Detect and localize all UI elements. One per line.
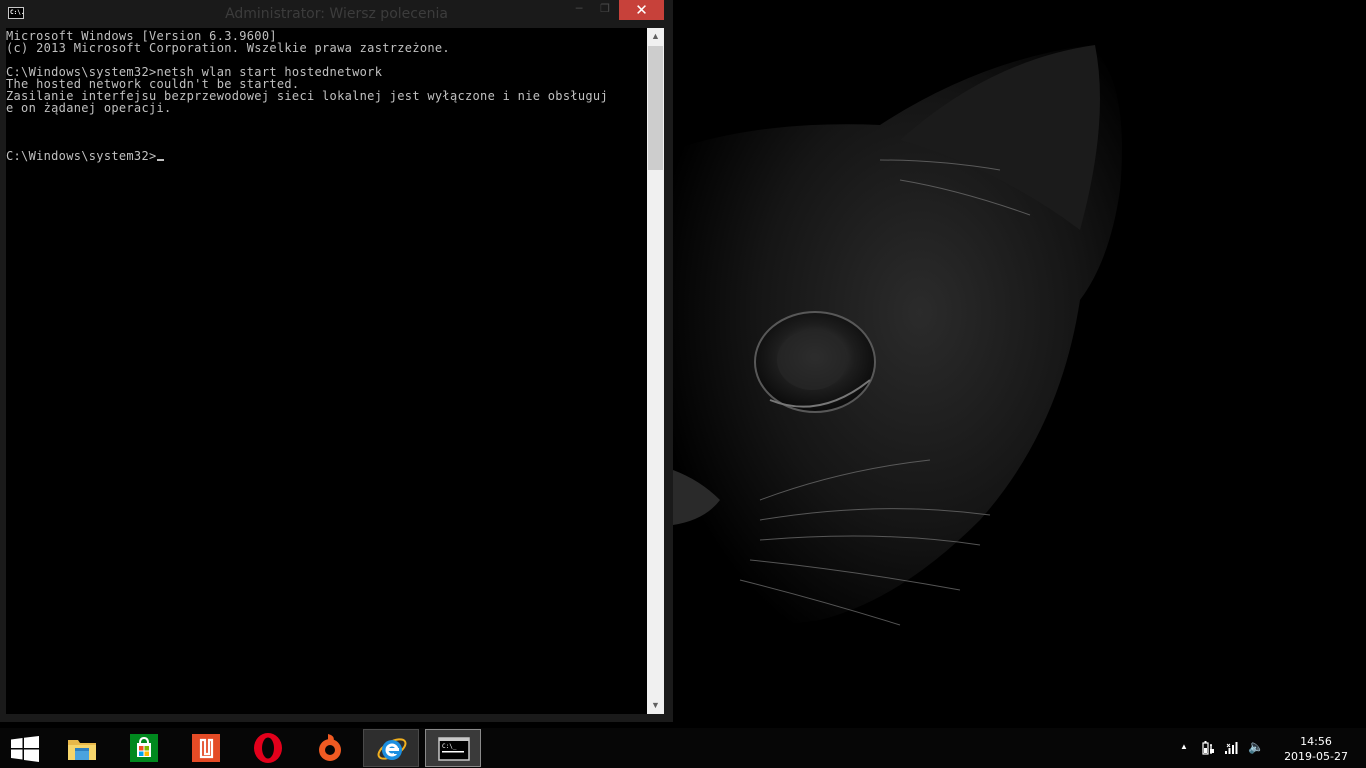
- scroll-down-button[interactable]: ▼: [647, 697, 664, 714]
- taskbar-acrobat-reader[interactable]: [178, 729, 234, 767]
- ie-icon: [377, 738, 407, 760]
- taskbar-internet-explorer[interactable]: [363, 729, 419, 767]
- cmd-icon: C:\_: [438, 737, 470, 761]
- folder-icon: [68, 740, 96, 760]
- svg-text:C:\_: C:\_: [442, 743, 457, 750]
- start-button[interactable]: [0, 729, 50, 767]
- console-prompt: C:\Windows\system32>: [6, 149, 157, 163]
- taskbar-clock[interactable]: 14:56 2019-05-27: [1284, 734, 1348, 764]
- taskbar-file-explorer[interactable]: [54, 729, 110, 767]
- window-titlebar[interactable]: C:\. Administrator: Wiersz polecenia ─ ❐…: [0, 0, 673, 28]
- console-text: Microsoft Windows [Version 6.3.9600] (c)…: [6, 28, 647, 162]
- console-line: (c) 2013 Microsoft Corporation. Wszelkie…: [6, 41, 450, 55]
- origin-icon: [319, 734, 341, 761]
- scroll-up-button[interactable]: ▲: [647, 28, 664, 45]
- clock-time: 14:56: [1300, 735, 1332, 748]
- command-prompt-window[interactable]: C:\. Administrator: Wiersz polecenia ─ ❐…: [0, 0, 673, 722]
- store-bag-icon: [130, 734, 158, 762]
- network-signal-icon[interactable]: [1224, 740, 1240, 756]
- minimize-button[interactable]: ─: [566, 0, 592, 20]
- taskbar-command-prompt[interactable]: C:\_: [425, 729, 481, 767]
- system-tray: ▲ 🔈 14:56 2019-05-27: [1166, 728, 1366, 768]
- show-hidden-icons-button[interactable]: ▲: [1180, 742, 1188, 751]
- scroll-thumb[interactable]: [648, 46, 663, 170]
- console-output[interactable]: Microsoft Windows [Version 6.3.9600] (c)…: [6, 28, 647, 714]
- maximize-button[interactable]: ❐: [592, 0, 618, 20]
- taskbar-opera[interactable]: [240, 729, 296, 767]
- close-button[interactable]: ✕: [619, 0, 664, 20]
- opera-icon: [254, 733, 282, 763]
- acrobat-icon: [192, 734, 220, 762]
- console-line: e on żądanej operacji.: [6, 101, 172, 115]
- taskbar-store[interactable]: [116, 729, 172, 767]
- windows-logo-icon: [11, 736, 39, 762]
- text-cursor: [156, 159, 164, 161]
- vertical-scrollbar[interactable]: ▲ ▼: [647, 28, 664, 714]
- clock-date: 2019-05-27: [1284, 750, 1348, 763]
- volume-icon[interactable]: 🔈: [1248, 739, 1264, 755]
- taskbar-origin[interactable]: [302, 729, 358, 767]
- power-battery-icon[interactable]: [1202, 740, 1216, 756]
- taskbar: C:\_ ▲ 🔈 14:56 2019-05-27: [0, 728, 1366, 768]
